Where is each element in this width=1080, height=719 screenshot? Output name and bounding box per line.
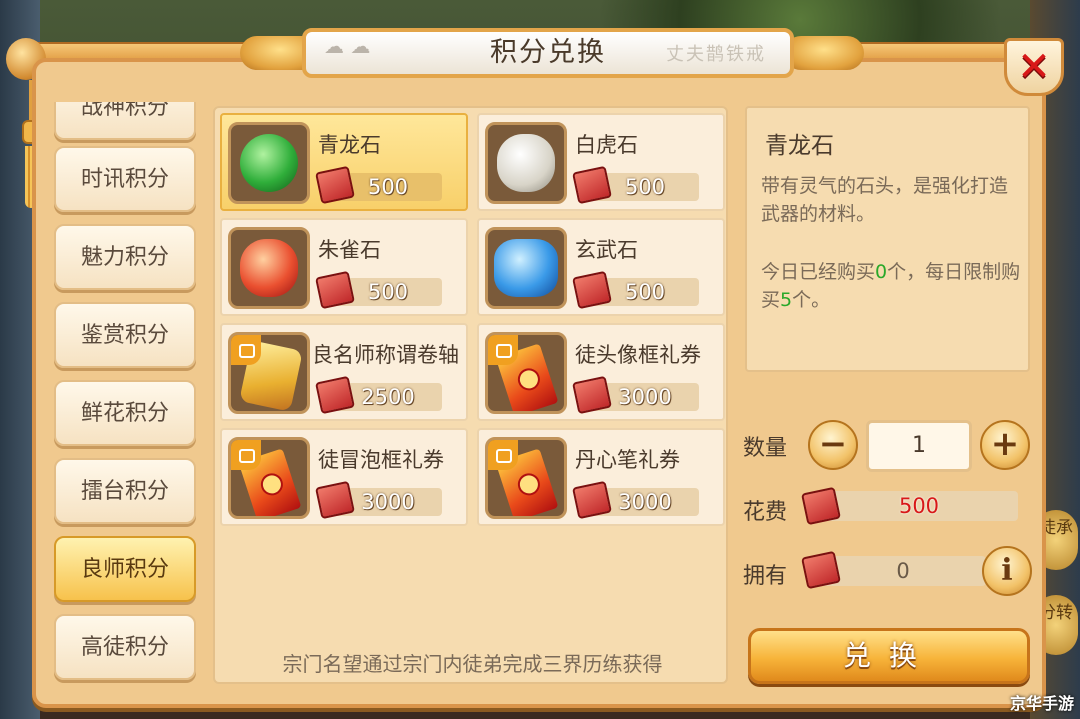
tab-leitai-points[interactable]: 擂台积分 xyxy=(54,458,196,524)
black-tortoise-stone-icon xyxy=(485,227,567,309)
vermilion-bird-stone-icon xyxy=(228,227,310,309)
minus-icon: − xyxy=(818,424,848,464)
close-icon: ✕ xyxy=(1017,44,1051,90)
owned-label: 拥有 xyxy=(743,564,788,589)
tab-gaotu-points[interactable]: 高徒积分 xyxy=(54,614,196,680)
item-name: 徒头像框礼券 xyxy=(575,343,701,367)
plus-icon: + xyxy=(990,424,1020,464)
owned-value: 0 xyxy=(820,556,986,586)
item-detail-box: 青龙石 带有灵气的石头，是强化打造武器的材料。 今日已经购买0个，每日限制购买5… xyxy=(745,106,1030,372)
lock-icon xyxy=(231,440,261,470)
title-plaque: ☁ ☁ 积分兑换 丈夫鹊铁戒 xyxy=(302,28,794,78)
detail-description: 带有灵气的石头，是强化打造武器的材料。 xyxy=(761,175,1009,225)
coupon-icon xyxy=(485,437,567,519)
item-card-danxin-pen-coupon[interactable]: 丹心笔礼券 3000 xyxy=(477,428,725,526)
ink-calligraphy: 丈夫鹊铁戒 xyxy=(666,44,766,65)
item-card-bubble-frame-coupon[interactable]: 徒冒泡框礼券 3000 xyxy=(220,428,468,526)
quantity-label: 数量 xyxy=(743,436,788,461)
site-watermark: 京华手游 xyxy=(1009,694,1074,713)
item-card-black-tortoise-stone[interactable]: 玄武石 500 xyxy=(477,218,725,316)
info-icon: i xyxy=(1001,553,1013,588)
coupon-icon xyxy=(485,332,567,414)
item-card-title-scroll[interactable]: 良名师称谓卷轴 2500 xyxy=(220,323,468,421)
item-card-green-dragon-stone[interactable]: 青龙石 500 xyxy=(220,113,468,211)
green-dragon-stone-icon xyxy=(228,122,310,204)
limit-count: 5 xyxy=(780,289,793,311)
cloud-scroll-right-icon xyxy=(784,36,864,70)
decrease-button[interactable]: − xyxy=(808,420,858,470)
increase-button[interactable]: + xyxy=(980,420,1030,470)
lock-icon xyxy=(488,335,518,365)
item-card-avatar-frame-coupon[interactable]: 徒头像框礼券 3000 xyxy=(477,323,725,421)
title-scroll-icon xyxy=(228,332,310,414)
item-name: 徒冒泡框礼券 xyxy=(318,448,444,472)
tab-shixun-points[interactable]: 时讯积分 xyxy=(54,146,196,212)
close-button[interactable]: ✕ xyxy=(1004,38,1064,96)
quantity-input[interactable]: 1 xyxy=(866,420,972,472)
lock-icon xyxy=(488,440,518,470)
item-card-white-tiger-stone[interactable]: 白虎石 500 xyxy=(477,113,725,211)
bought-count: 0 xyxy=(875,261,888,283)
points-category-list[interactable]: 战神积分 时讯积分 魅力积分 鉴赏积分 鲜花积分 擂台积分 良师积分 高徒积分 xyxy=(50,102,200,687)
detail-item-name: 青龙石 xyxy=(765,133,834,159)
tab-jianshang-points[interactable]: 鉴赏积分 xyxy=(54,302,196,368)
exchange-button[interactable]: 兑换 xyxy=(748,628,1030,684)
tab-zhanshen-points[interactable]: 战神积分 xyxy=(54,102,196,140)
item-card-vermilion-bird-stone[interactable]: 朱雀石 500 xyxy=(220,218,468,316)
item-name: 青龙石 xyxy=(318,133,381,157)
info-button[interactable]: i xyxy=(982,546,1032,596)
item-name: 玄武石 xyxy=(575,238,638,262)
tab-liangshi-points[interactable]: 良师积分 xyxy=(54,536,196,602)
item-name: 丹心笔礼券 xyxy=(575,448,680,472)
cost-label: 花费 xyxy=(743,500,788,525)
coupon-icon xyxy=(228,437,310,519)
item-name: 朱雀石 xyxy=(318,238,381,262)
tab-xianhua-points[interactable]: 鲜花积分 xyxy=(54,380,196,446)
grid-footer-hint: 宗门名望通过宗门内徒弟完成三界历练获得 xyxy=(282,652,663,676)
mountain-cloud-icon: ☁ ☁ xyxy=(324,34,371,58)
lock-icon xyxy=(231,335,261,365)
cost-value: 500 xyxy=(820,491,1018,521)
item-name: 白虎石 xyxy=(575,133,638,157)
item-grid: 青龙石 500 白虎石 500 朱雀石 500 玄武石 500 良名师称谓卷轴 … xyxy=(213,106,728,684)
detail-purchase-limit: 今日已经购买0个，每日限制购买5个。 xyxy=(761,261,1021,311)
white-tiger-stone-icon xyxy=(485,122,567,204)
item-name: 良名师称谓卷轴 xyxy=(312,343,459,367)
tab-meili-points[interactable]: 魅力积分 xyxy=(54,224,196,290)
